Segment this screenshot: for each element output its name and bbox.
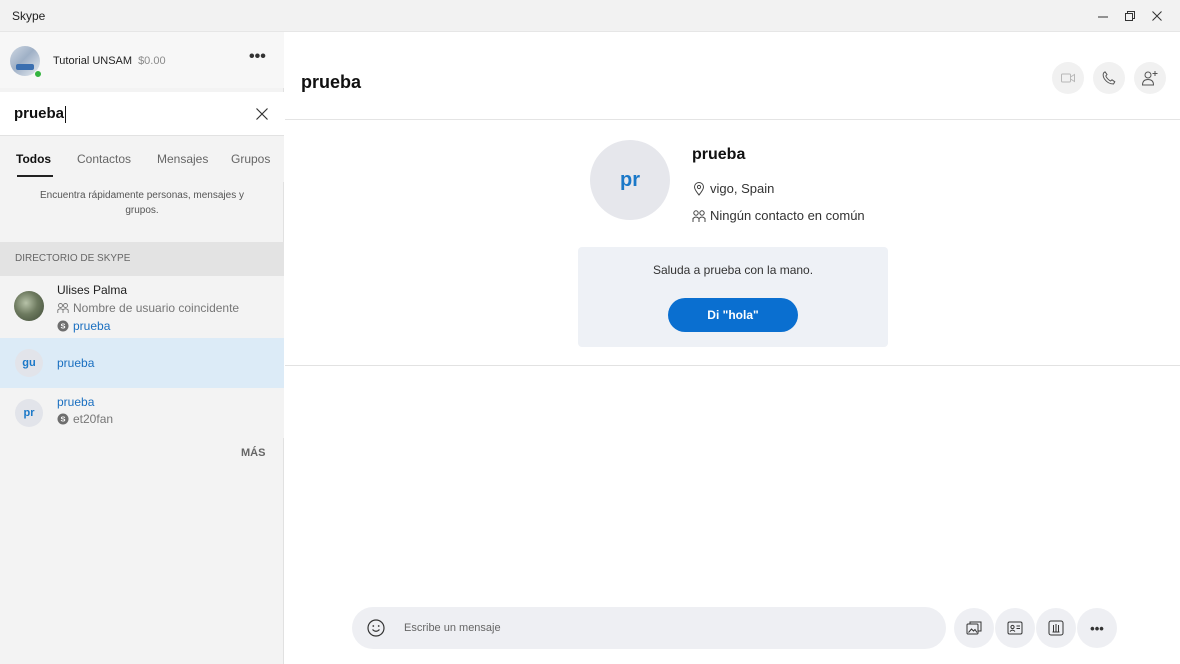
presence-online-indicator: [34, 70, 42, 78]
contact-common: Ningún contacto en común: [692, 208, 865, 223]
result-name: prueba: [57, 395, 95, 409]
contacts-icon: [57, 303, 69, 313]
result-name: prueba: [57, 356, 95, 370]
avatar[interactable]: pr: [590, 140, 670, 220]
divider: [285, 365, 1180, 366]
conversation-header: prueba: [285, 32, 1180, 120]
wave-prompt-text: Saluda a prueba con la mano.: [652, 263, 814, 277]
tab-todos[interactable]: Todos: [16, 152, 51, 166]
message-composer[interactable]: Escribe un mensaje: [352, 607, 946, 649]
location-pin-icon: [693, 181, 705, 196]
video-camera-icon: [1061, 73, 1075, 83]
window-titlebar: Skype: [0, 0, 1180, 32]
list-item[interactable]: Ulises Palma Nombre de usuario coinciden…: [0, 276, 284, 338]
skype-icon: S: [57, 320, 69, 332]
search-filter-tabs: Todos Contactos Mensajes Grupos: [0, 136, 284, 182]
clear-search-button[interactable]: [252, 104, 272, 124]
result-match-text: Nombre de usuario coincidente: [73, 301, 240, 315]
result-username: S prueba: [57, 319, 110, 333]
result-username-text: et20fan: [73, 412, 114, 426]
image-gallery-icon: [966, 621, 982, 635]
phone-icon: [1102, 71, 1116, 85]
add-person-icon: [1141, 71, 1158, 86]
contact-name: prueba: [692, 146, 746, 163]
close-window-button[interactable]: [1134, 0, 1180, 32]
video-call-button[interactable]: [1052, 62, 1084, 94]
svg-text:S: S: [60, 415, 65, 424]
search-hint: Encuentra rápidamente personas, mensajes…: [39, 190, 244, 216]
directory-header: DIRECTORIO DE SKYPE: [0, 242, 284, 276]
profile-credit[interactable]: $0.00: [138, 55, 166, 67]
emoji-button[interactable]: [366, 618, 386, 638]
active-tab-indicator: [17, 175, 53, 177]
list-item[interactable]: pr prueba S et20fan: [0, 388, 284, 438]
tab-mensajes[interactable]: Mensajes: [157, 152, 208, 166]
more-icon: •••: [1090, 620, 1104, 636]
search-query-row: prueba: [14, 105, 67, 123]
say-hello-button[interactable]: Di "hola": [668, 298, 798, 332]
result-name: Ulises Palma: [57, 283, 128, 297]
list-item[interactable]: gu prueba: [0, 338, 284, 388]
close-icon: [1152, 11, 1162, 21]
profile-name-row: Tutorial UNSAM $0.00: [53, 55, 166, 67]
page-title: prueba: [301, 72, 362, 92]
directory-header-label: DIRECTORIO DE SKYPE: [15, 253, 131, 264]
audio-call-button[interactable]: [1093, 62, 1125, 94]
more-results-link[interactable]: MÁS: [241, 447, 265, 459]
gestures-button[interactable]: [1036, 608, 1076, 648]
add-contact-button[interactable]: [1134, 62, 1166, 94]
wave-prompt-card: Saluda a prueba con la mano. Di "hola": [578, 247, 888, 347]
search-box[interactable]: prueba: [0, 92, 284, 136]
contacts-icon: [692, 209, 706, 222]
sidebar: Tutorial UNSAM $0.00 ••• prueba Todos Con…: [0, 32, 284, 664]
tab-contactos[interactable]: Contactos: [77, 152, 131, 166]
avatar: [14, 291, 44, 321]
contact-location-text: vigo, Spain: [710, 181, 775, 196]
result-username-text: prueba: [73, 319, 111, 333]
message-input[interactable]: Escribe un mensaje: [404, 622, 501, 634]
text-caret: [65, 105, 67, 123]
avatar: pr: [15, 399, 43, 427]
more-options-button[interactable]: •••: [1077, 608, 1117, 648]
contact-location: vigo, Spain: [692, 181, 774, 196]
svg-text:S: S: [60, 322, 65, 331]
avatar: gu: [15, 349, 43, 377]
tab-grupos[interactable]: Grupos: [231, 152, 270, 166]
add-files-button[interactable]: [954, 608, 994, 648]
profile-more-button[interactable]: •••: [249, 49, 266, 65]
search-input[interactable]: prueba: [14, 105, 64, 122]
window-title: Skype: [12, 9, 46, 23]
send-contact-button[interactable]: [995, 608, 1035, 648]
skype-icon: S: [57, 413, 69, 425]
profile-bar[interactable]: Tutorial UNSAM $0.00 •••: [0, 32, 284, 88]
close-icon: [256, 108, 268, 120]
smiley-icon: [367, 619, 385, 637]
contact-card-icon: [1007, 621, 1023, 635]
conversation-pane: prueba pr prueba vigo, Spain Ningún cont…: [285, 32, 1180, 664]
contact-common-text: Ningún contacto en común: [710, 208, 865, 223]
profile-name: Tutorial UNSAM: [53, 55, 133, 67]
hand-gesture-icon: [1048, 620, 1064, 636]
result-match: Nombre de usuario coincidente: [57, 301, 239, 315]
result-username: S et20fan: [57, 412, 113, 426]
